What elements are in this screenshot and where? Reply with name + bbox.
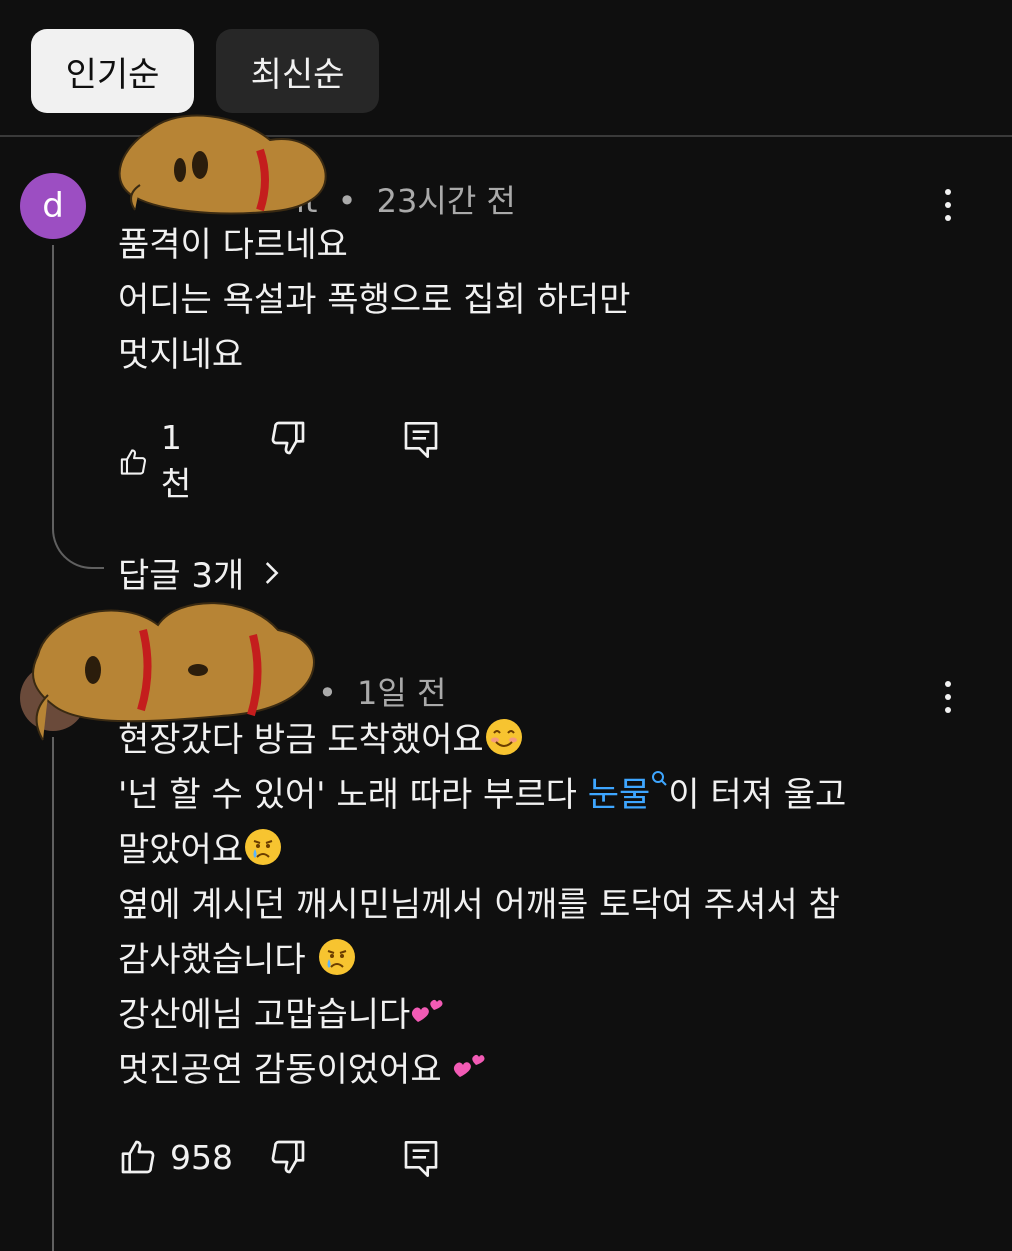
dislike-button[interactable] <box>268 418 308 458</box>
thread-curve <box>52 515 104 569</box>
like-button[interactable]: 1천 <box>118 418 200 505</box>
thumbs-up-icon <box>120 448 146 475</box>
like-count: 1천 <box>160 418 192 503</box>
crying-emoji-icon <box>245 829 282 865</box>
like-count: 958 <box>170 1137 233 1177</box>
reply-button[interactable] <box>401 1137 441 1181</box>
comment-line: 말았어요 <box>118 823 846 878</box>
smiling-emoji-icon <box>485 719 522 755</box>
replies-label: 답글 3개 <box>118 556 245 596</box>
reply-button[interactable] <box>401 418 441 462</box>
like-button[interactable]: 958 <box>118 1137 233 1177</box>
text-segment: '넌 할 수 있어' 노래 따라 부르다 <box>118 775 588 815</box>
comment-line: 강산에님 고맙습니다 <box>118 988 846 1043</box>
text-segment: 말았어요 <box>118 830 244 870</box>
text-segment: 멋진공연 감동이었어요 <box>118 1050 453 1090</box>
search-icon <box>652 771 667 786</box>
thread-line <box>52 245 54 515</box>
comment-line: 옆에 계시던 깨시민님께서 어깨를 토닥여 주셔서 참 <box>118 885 840 925</box>
comment-reply-icon <box>404 422 438 458</box>
comment-line: 멋지네요 <box>118 335 244 375</box>
comment-line: 멋진공연 감동이었어요 <box>118 1043 846 1098</box>
separator-dot: • <box>337 182 357 220</box>
more-options-button[interactable] <box>932 185 964 225</box>
avatar-letter: d <box>42 186 64 226</box>
dog-sticker <box>32 602 315 741</box>
text-segment: 강산에님 고맙습니다 <box>118 995 411 1035</box>
thumbs-up-icon <box>121 1140 155 1174</box>
thumbs-down-icon <box>271 1140 305 1174</box>
comment-text: 품격이 다르네요 어디는 욕설과 폭행으로 집회 하더만 멋지네요 <box>118 218 630 383</box>
comment-line: 어디는 욕설과 폭행으로 집회 하더만 <box>118 280 631 320</box>
comment-reply-icon <box>404 1141 438 1177</box>
search-link[interactable]: 눈물 <box>588 775 651 815</box>
text-segment: 감사했습니다 <box>118 940 317 980</box>
comment-line: 감사했습니다 <box>118 933 846 988</box>
thumbs-down-icon <box>271 421 305 455</box>
chevron-right-icon <box>266 561 279 584</box>
comment-time[interactable]: 1일 전 <box>357 674 446 712</box>
thread-line <box>52 737 54 1251</box>
two-hearts-emoji-icon <box>412 999 443 1022</box>
crying-emoji-icon <box>318 939 355 975</box>
replies-toggle[interactable]: 답글 3개 <box>118 548 288 597</box>
comment-text: 현장갔다 방금 도착했어요 '넌 할 수 있어' 노래 따라 부르다 눈물 이 터… <box>118 713 846 1098</box>
comment-line: 품격이 다르네요 <box>118 225 348 265</box>
comment-time[interactable]: 23시간 전 <box>377 182 516 220</box>
more-options-button[interactable] <box>932 677 964 717</box>
two-hearts-emoji-icon <box>454 1054 485 1077</box>
sort-newest-chip[interactable]: 최신순 <box>216 29 379 113</box>
avatar[interactable]: d <box>20 173 86 239</box>
text-segment: 이 터져 울고 <box>668 775 847 815</box>
sort-chips: 인기순 최신순 <box>31 29 379 113</box>
dog-sticker <box>118 114 327 215</box>
sort-popular-chip[interactable]: 인기순 <box>31 29 194 113</box>
comment-line: '넌 할 수 있어' 노래 따라 부르다 눈물 이 터져 울고 <box>118 768 846 823</box>
dislike-button[interactable] <box>268 1137 308 1177</box>
